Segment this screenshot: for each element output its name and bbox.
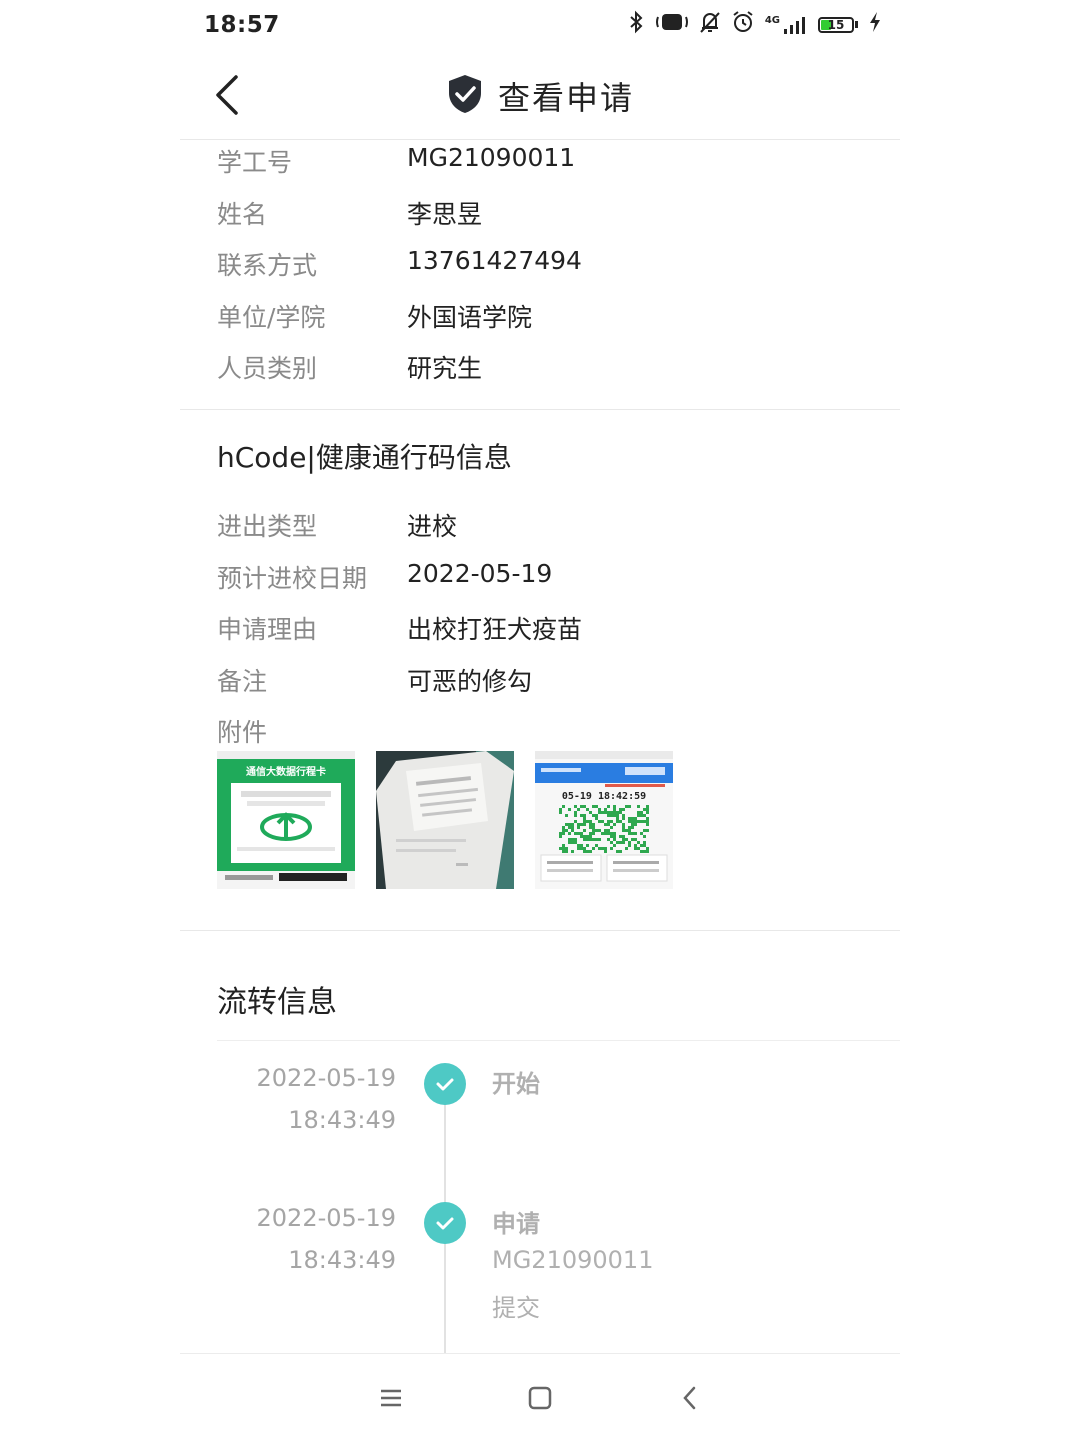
info-value: 李思昱	[407, 199, 483, 229]
info-label: 单位/学院	[217, 302, 326, 332]
info-row-department: 单位/学院 外国语学院	[217, 298, 900, 350]
timeline-title: 开始	[492, 1070, 540, 1098]
menu-icon	[381, 1389, 401, 1407]
timeline-detail: 提交	[492, 1294, 540, 1322]
flow-divider	[217, 1040, 900, 1041]
menu-button[interactable]	[371, 1378, 411, 1418]
info-label: 申请理由	[217, 615, 318, 644]
timeline-detail: MG21090011	[492, 1246, 654, 1274]
bluetooth-icon	[627, 10, 645, 39]
info-row-name: 姓名 李思昱	[217, 195, 900, 247]
signal-icon: 4G	[765, 15, 808, 35]
attachments-label: 附件	[217, 718, 268, 747]
header: 查看申请	[180, 55, 900, 140]
info-row-remark: 备注 可恶的修勾	[217, 662, 900, 714]
info-value: 外国语学院	[407, 302, 533, 332]
info-row-contact: 联系方式 13761427494	[217, 246, 900, 298]
home-square-icon	[528, 1386, 552, 1410]
info-value: 进校	[407, 512, 458, 541]
info-value: MG21090011	[407, 143, 576, 172]
info-row-student-id: 学工号 MG21090011	[217, 143, 900, 195]
nav-back-icon	[683, 1386, 696, 1410]
mute-bell-icon	[699, 10, 721, 39]
attachment-thumbnail-health-code[interactable]: 05-19 18:42:59	[535, 751, 673, 889]
battery-icon: 15	[818, 16, 858, 33]
battery-level: 15	[827, 17, 845, 32]
attachment-thumbnail-document-photo[interactable]	[376, 751, 514, 889]
home-button[interactable]	[520, 1378, 560, 1418]
health-code-timestamp: 05-19 18:42:59	[562, 791, 646, 802]
page-title: 查看申请	[497, 79, 634, 117]
section-divider	[180, 409, 900, 410]
info-label: 联系方式	[217, 251, 318, 280]
info-label: 姓名	[217, 199, 268, 229]
timeline-date: 2022-05-19	[256, 1064, 396, 1092]
info-value: 可恶的修勾	[407, 666, 533, 696]
check-circle-icon	[424, 1063, 466, 1105]
check-circle-icon	[424, 1202, 466, 1244]
status-icons: 4G 15	[627, 10, 882, 39]
info-label: 备注	[217, 666, 268, 696]
timeline-date: 2022-05-19	[256, 1204, 396, 1232]
info-row-entry-date: 预计进校日期 2022-05-19	[217, 559, 900, 611]
hcode-section-title: hCode|健康通行码信息	[217, 441, 512, 474]
header-center: 查看申请	[180, 73, 900, 119]
shield-check-icon	[446, 73, 484, 119]
alarm-icon	[731, 10, 755, 39]
nav-back-button[interactable]	[670, 1378, 710, 1418]
info-label: 学工号	[217, 148, 293, 177]
info-label: 进出类型	[217, 512, 318, 541]
info-value: 13761427494	[407, 246, 582, 275]
travel-card-heading: 通信大数据行程卡	[246, 765, 326, 778]
flow-section-title: 流转信息	[217, 985, 337, 1020]
info-row-category: 人员类别 研究生	[217, 349, 900, 401]
attachment-thumbnail-travel-card[interactable]: 通信大数据行程卡	[217, 751, 355, 889]
info-row-entry-type: 进出类型 进校	[217, 507, 900, 559]
document-photo-image	[376, 751, 514, 889]
timeline-time: 18:43:49	[288, 1106, 396, 1134]
info-value: 研究生	[407, 354, 483, 383]
health-code-image: 05-19 18:42:59	[535, 751, 673, 889]
hcode-info-table: 进出类型 进校 预计进校日期 2022-05-19 申请理由 出校打狂犬疫苗 备…	[217, 507, 900, 765]
timeline-title: 申请	[492, 1210, 540, 1238]
info-value: 出校打狂犬疫苗	[407, 615, 583, 644]
charging-icon	[868, 11, 882, 38]
system-nav-bar	[180, 1353, 900, 1440]
section-divider	[180, 930, 900, 931]
status-time: 18:57	[204, 12, 280, 38]
network-type: 4G	[764, 14, 780, 26]
info-row-reason: 申请理由 出校打狂犬疫苗	[217, 610, 900, 662]
basic-info-table: 学工号 MG21090011 姓名 李思昱 联系方式 13761427494 单…	[217, 143, 900, 401]
info-label: 预计进校日期	[217, 563, 368, 593]
timeline-time: 18:43:49	[288, 1246, 396, 1274]
status-bar: 18:57 4G 15	[180, 0, 900, 50]
vibrate-icon	[655, 11, 689, 38]
info-label: 人员类别	[217, 354, 318, 383]
info-value: 2022-05-19	[407, 558, 553, 588]
travel-card-image: 通信大数据行程卡	[217, 751, 355, 889]
